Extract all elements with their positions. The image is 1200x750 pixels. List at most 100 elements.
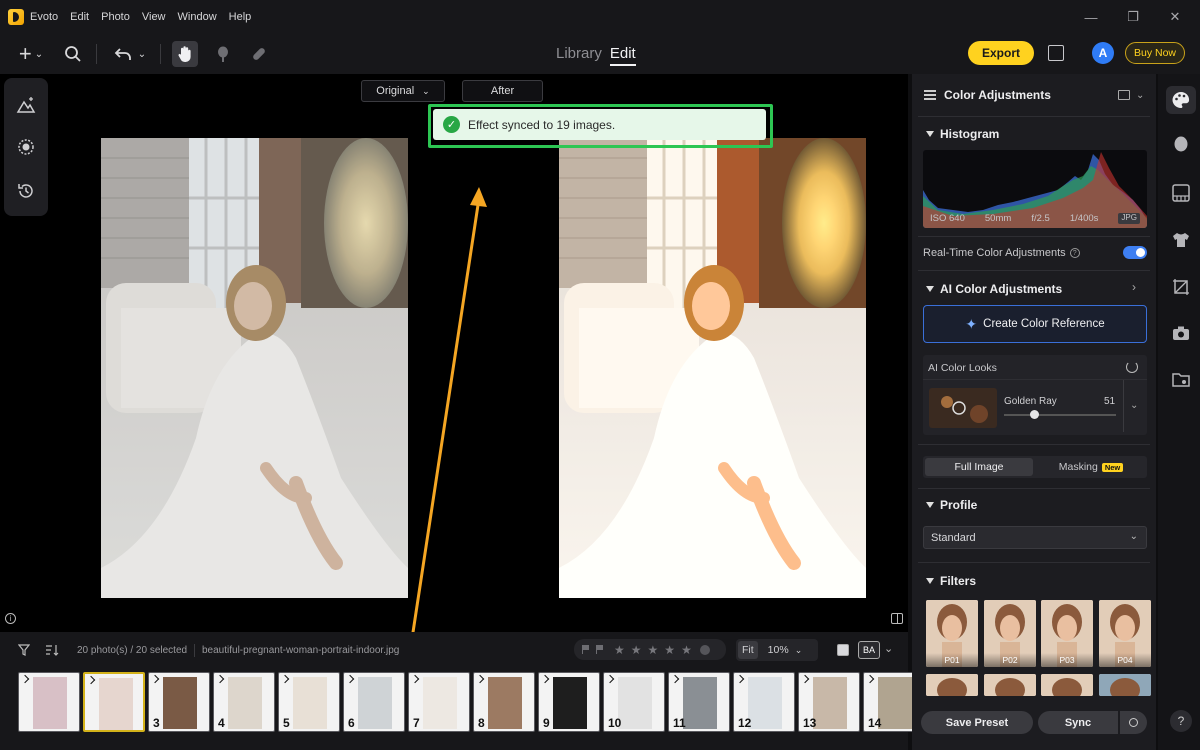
buy-now-button[interactable]: Buy Now: [1125, 42, 1185, 64]
hand-tool-button[interactable]: [172, 41, 198, 67]
share-icon[interactable]: [1048, 45, 1064, 61]
thumbnail[interactable]: 7: [408, 672, 470, 732]
clothing-icon[interactable]: [1172, 232, 1190, 248]
thumbnail[interactable]: 11: [668, 672, 730, 732]
chevron-down-icon[interactable]: ⌄: [1136, 90, 1144, 101]
star-icon[interactable]: ★: [614, 643, 625, 657]
sort-icon[interactable]: [45, 644, 59, 656]
thumbnail[interactable]: 13: [798, 672, 860, 732]
thumbnail[interactable]: 12: [733, 672, 795, 732]
sync-settings-button[interactable]: [1120, 711, 1147, 734]
filter-tool-button[interactable]: [15, 136, 37, 158]
add-button[interactable]: + ⌄: [12, 41, 50, 66]
thumbnail[interactable]: 4: [213, 672, 275, 732]
look-slider-thumb[interactable]: [1029, 410, 1039, 419]
reject-flag-icon[interactable]: [596, 645, 604, 654]
face-icon[interactable]: [1173, 136, 1189, 154]
star-icon[interactable]: ★: [664, 643, 675, 657]
compare-view-icon[interactable]: [891, 613, 903, 624]
chevron-down-icon[interactable]: ⌄: [1130, 400, 1138, 411]
thumbnail-number: 4: [218, 716, 225, 730]
panel-header: Color Adjustments: [924, 88, 1051, 102]
original-dropdown[interactable]: Original ⌄: [361, 80, 445, 102]
save-preset-button[interactable]: Save Preset: [921, 711, 1033, 734]
create-color-reference-button[interactable]: ✦ Create Color Reference: [923, 305, 1147, 343]
filter-preset-tile[interactable]: [926, 674, 978, 696]
fit-button[interactable]: Fit: [738, 641, 758, 659]
close-icon[interactable]: ✕: [1168, 9, 1182, 25]
filter-preset-tile[interactable]: P01: [926, 600, 978, 667]
brush-tool-button[interactable]: [212, 42, 234, 66]
section-histogram[interactable]: Histogram: [926, 127, 999, 141]
thumbnail-image: [813, 677, 847, 729]
edited-mark-icon: [410, 674, 420, 684]
filter-preset-tile[interactable]: P02: [984, 600, 1036, 667]
section-filters[interactable]: Filters: [926, 574, 976, 588]
menu-window[interactable]: Window: [178, 11, 217, 23]
realtime-toggle[interactable]: [1123, 246, 1147, 259]
tab-library[interactable]: Library: [556, 45, 602, 66]
star-icon[interactable]: ★: [681, 643, 692, 657]
filter-preset-tile[interactable]: [1041, 674, 1093, 696]
edited-mark-icon: [540, 674, 550, 684]
thumbnail[interactable]: 5: [278, 672, 340, 732]
palette-icon[interactable]: [1171, 91, 1191, 109]
menu-view[interactable]: View: [142, 11, 166, 23]
sync-button[interactable]: Sync: [1038, 711, 1118, 734]
reset-icon[interactable]: [1126, 361, 1138, 373]
star-icon[interactable]: ★: [631, 643, 642, 657]
thumbnail[interactable]: 8: [473, 672, 535, 732]
profile-title: Profile: [940, 498, 978, 512]
crop-icon[interactable]: [1172, 278, 1190, 296]
undo-button[interactable]: ⌄: [110, 42, 150, 66]
filter-preset-tile[interactable]: [984, 674, 1036, 696]
tab-edit[interactable]: Edit: [609, 45, 636, 66]
color-label-icon[interactable]: [699, 644, 710, 655]
thumbnail[interactable]: 9: [538, 672, 600, 732]
divider: [918, 270, 1150, 271]
menu-help[interactable]: Help: [229, 11, 252, 23]
menu-photo[interactable]: Photo: [101, 11, 130, 23]
filter-preset-tile[interactable]: P04: [1099, 600, 1151, 667]
profile-select[interactable]: Standard ⌄: [923, 526, 1147, 549]
flag-icon[interactable]: [582, 645, 590, 654]
full-image-tab[interactable]: Full Image: [925, 458, 1033, 476]
menu-edit[interactable]: Edit: [70, 11, 89, 23]
single-view-icon[interactable]: [837, 644, 849, 656]
camera-icon[interactable]: [1172, 325, 1190, 341]
background-icon[interactable]: [1172, 184, 1190, 202]
masking-tab[interactable]: Masking New: [1035, 456, 1147, 478]
before-after-toggle[interactable]: BA: [858, 641, 880, 659]
folder-settings-icon[interactable]: [1172, 371, 1190, 387]
thumbnail[interactable]: 10: [603, 672, 665, 732]
avatar[interactable]: A: [1092, 42, 1114, 64]
bandage-tool-button[interactable]: [248, 42, 270, 66]
help-icon[interactable]: ?: [1069, 248, 1080, 258]
help-button[interactable]: ?: [1170, 710, 1192, 732]
history-tool-button[interactable]: [15, 180, 37, 202]
thumbnail[interactable]: 3: [148, 672, 210, 732]
star-icon[interactable]: ★: [648, 643, 659, 657]
restore-icon[interactable]: ❐: [1126, 9, 1140, 25]
minimize-icon[interactable]: —: [1084, 10, 1098, 25]
section-profile[interactable]: Profile: [926, 498, 977, 512]
panel-header-tools: ⌄: [1118, 90, 1144, 101]
after-button[interactable]: After: [462, 80, 543, 102]
thumbnail[interactable]: [18, 672, 80, 732]
thumbnail[interactable]: 6: [343, 672, 405, 732]
thumbnail[interactable]: [83, 672, 145, 732]
chevron-down-icon[interactable]: ⌄: [884, 642, 893, 655]
chevron-right-icon[interactable]: ›: [1132, 280, 1136, 294]
filter-icon[interactable]: [18, 644, 30, 656]
filter-preset-tile[interactable]: P03: [1041, 600, 1093, 667]
info-icon[interactable]: i: [5, 613, 16, 624]
panel-layout-icon[interactable]: [1118, 90, 1130, 100]
filter-preset-tile[interactable]: [1099, 674, 1151, 696]
adjust-tool-button[interactable]: [15, 94, 37, 116]
look-slider-track[interactable]: [1004, 414, 1116, 416]
export-button[interactable]: Export: [968, 41, 1034, 65]
look-thumbnail[interactable]: [929, 388, 997, 428]
zoom-select[interactable]: 10%: [768, 644, 789, 656]
search-button[interactable]: [62, 42, 84, 66]
section-ai-color[interactable]: AI Color Adjustments: [926, 282, 1062, 296]
